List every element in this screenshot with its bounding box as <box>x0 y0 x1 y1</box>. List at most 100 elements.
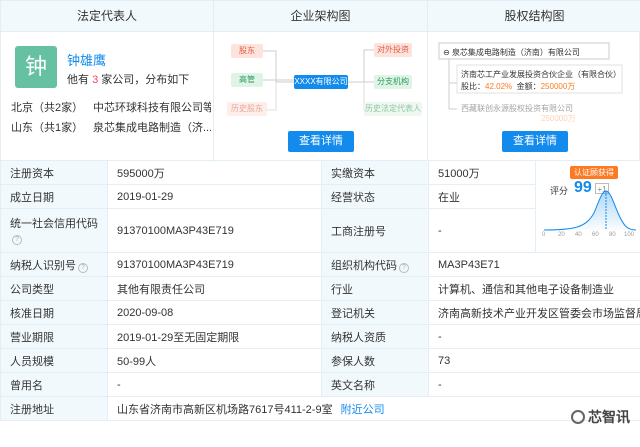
field-label: 注册地址 <box>0 396 108 421</box>
field-label-text: 统一社会信用代码 <box>10 217 98 230</box>
equity-item-name: 济南芯工产业发展投资合伙企业（有限合伙） <box>461 70 621 79</box>
node-company: XXXX有限公司 <box>294 75 348 89</box>
count-suffix: 家公司，分布如下 <box>101 74 190 86</box>
field-value: 51000万 <box>428 160 536 185</box>
help-icon[interactable]: ? <box>78 262 88 273</box>
watermark: 芯智讯 <box>571 407 630 427</box>
field-label-text: 纳税人识别号 <box>10 259 76 272</box>
equity-amount: 250000万 <box>540 82 576 91</box>
org-chart-panel: 企业架构图 股东 高管 历史股东 XXXX有限公司 对外投资 分支机构 历史法定… <box>214 1 428 162</box>
axis-tick: 60 <box>592 232 599 238</box>
avatar[interactable]: 钟 <box>15 46 57 88</box>
rating-cell[interactable]: 认证顾获得 评分 99 +1 0 20 40 60 80 100 <box>535 160 640 253</box>
nearby-companies-link[interactable]: 附近公司 <box>341 404 385 416</box>
node-shareholder: 股东 <box>231 44 263 58</box>
field-label: 统一社会信用代码? <box>0 208 108 253</box>
axis-tick: 0 <box>542 232 546 238</box>
field-value: - <box>428 324 640 349</box>
region-label: 山东（共1家） <box>11 122 84 134</box>
field-value: 计算机、通信和其他电子设备制造业 <box>428 276 640 301</box>
equity-item[interactable]: 济南芯工产业发展投资合伙企业（有限合伙） <box>461 69 621 80</box>
field-label-text: 组织机构代码 <box>331 259 397 272</box>
table-row: 人员规模 50-99人 参保人数 73 <box>0 348 640 373</box>
wechat-icon <box>571 410 585 424</box>
field-label: 公司类型 <box>0 276 108 301</box>
ratio-label: 股比： <box>461 82 485 91</box>
field-label: 实缴资本 <box>321 160 429 185</box>
region-company: 泉芯集成电路制造（济...等 <box>93 122 211 134</box>
watermark-text: 芯智讯 <box>588 409 630 425</box>
field-label: 登记机关 <box>321 300 429 325</box>
company-profile: 法定代表人 钟 钟雄鹰 他有 3 家公司，分布如下 北京（共2家） 中芯环球科技… <box>0 0 640 447</box>
legal-rep-heading: 法定代表人 <box>1 1 213 32</box>
equity-heading: 股权结构图 <box>428 1 640 32</box>
field-label: 英文名称 <box>321 372 429 397</box>
field-label: 纳税人识别号? <box>0 252 108 277</box>
region-row[interactable]: 山东（共1家） 泉芯集成电路制造（济...等 <box>11 119 211 134</box>
equity-ratio: 42.02% <box>485 82 513 91</box>
overview-panels: 法定代表人 钟 钟雄鹰 他有 3 家公司，分布如下 北京（共2家） 中芯环球科技… <box>0 0 640 162</box>
field-value: - <box>428 372 640 397</box>
minus-icon[interactable]: ⊖ <box>443 48 452 57</box>
table-row: 核准日期 2020-09-08 登记机关 济南高新技术产业开发区管委会市场监督局 <box>0 300 640 325</box>
region-company: 中芯环球科技有限公司等 <box>93 102 211 114</box>
table-row: 公司类型 其他有限责任公司 行业 计算机、通信和其他电子设备制造业 <box>0 276 640 301</box>
field-label: 组织机构代码? <box>321 252 429 277</box>
field-value: - <box>107 372 322 397</box>
field-label: 曾用名 <box>0 372 108 397</box>
field-label: 人员规模 <box>0 348 108 373</box>
region-label: 北京（共2家） <box>11 102 84 114</box>
help-icon[interactable]: ? <box>399 262 409 273</box>
axis-tick: 80 <box>609 232 616 238</box>
equity-root[interactable]: ⊖ 泉芯集成电路制造（济南）有限公司 <box>443 47 580 58</box>
field-value: 91370100MA3P43E719 <box>107 252 322 277</box>
score-distribution-curve <box>543 190 637 231</box>
field-value: - <box>428 208 536 253</box>
field-label: 参保人数 <box>321 348 429 373</box>
table-row: 注册资本 595000万 实缴资本 51000万 认证顾获得 评分 99 +1 <box>0 160 640 253</box>
equity-root-name: 泉芯集成电路制造（济南）有限公司 <box>451 48 580 57</box>
field-label: 成立日期 <box>0 184 108 209</box>
legal-rep-panel: 法定代表人 钟 钟雄鹰 他有 3 家公司，分布如下 北京（共2家） 中芯环球科技… <box>1 1 214 162</box>
table-row: 纳税人识别号? 91370100MA3P43E719 组织机构代码? MA3P4… <box>0 252 640 277</box>
help-icon[interactable]: ? <box>12 234 22 245</box>
field-value: 其他有限责任公司 <box>107 276 322 301</box>
region-row[interactable]: 北京（共2家） 中芯环球科技有限公司等 <box>11 99 211 114</box>
org-chart-detail-button[interactable]: 查看详情 <box>288 131 354 152</box>
business-info-table: 注册资本 595000万 实缴资本 51000万 认证顾获得 评分 99 +1 <box>0 160 640 421</box>
equity-item-stats: 250000万 <box>541 113 576 124</box>
org-chart-heading: 企业架构图 <box>214 1 427 32</box>
equity-detail-button[interactable]: 查看详情 <box>502 131 568 152</box>
rating-widget[interactable]: 认证顾获得 评分 99 +1 0 20 40 60 80 100 <box>537 162 640 242</box>
node-history-shareholder: 历史股东 <box>227 102 267 116</box>
field-label: 纳税人资质 <box>321 324 429 349</box>
count-number-link[interactable]: 3 <box>92 74 98 86</box>
node-investments: 对外投资 <box>374 43 412 57</box>
field-value: 91370100MA3P43E719 <box>107 208 322 253</box>
field-label: 核准日期 <box>0 300 108 325</box>
table-row: 注册地址 山东省济南市高新区机场路7617号411-2-9室 附近公司 <box>0 396 640 421</box>
legal-rep-name-link[interactable]: 钟雄鹰 <box>67 50 106 69</box>
axis-tick: 40 <box>575 232 582 238</box>
axis-tick: 20 <box>558 232 565 238</box>
field-label: 经营状态 <box>321 184 429 209</box>
field-value: 2019-01-29至无固定期限 <box>107 324 322 349</box>
field-value: 在业 <box>428 184 536 209</box>
amount-label: 金额： <box>516 82 541 91</box>
field-value: 73 <box>428 348 640 373</box>
equity-item-name: 西藏联创永源股权投资有限公司 <box>461 104 573 113</box>
field-value: 2019-01-29 <box>107 184 322 209</box>
field-value: 2020-09-08 <box>107 300 322 325</box>
field-value: 595000万 <box>107 160 322 185</box>
field-value: 50-99人 <box>107 348 322 373</box>
field-label: 行业 <box>321 276 429 301</box>
field-label: 工商注册号 <box>321 208 429 253</box>
count-prefix: 他有 <box>67 74 89 86</box>
table-row: 曾用名 - 英文名称 - <box>0 372 640 397</box>
legal-rep-company-count: 他有 3 家公司，分布如下 <box>67 71 189 87</box>
field-value: MA3P43E71 <box>428 252 640 277</box>
equity-amount: 250000万 <box>541 114 576 123</box>
node-branches: 分支机构 <box>374 75 412 89</box>
table-row: 营业期限 2019-01-29至无固定期限 纳税人资质 - <box>0 324 640 349</box>
node-history-legal-rep: 历史法定代表人 <box>364 102 422 116</box>
